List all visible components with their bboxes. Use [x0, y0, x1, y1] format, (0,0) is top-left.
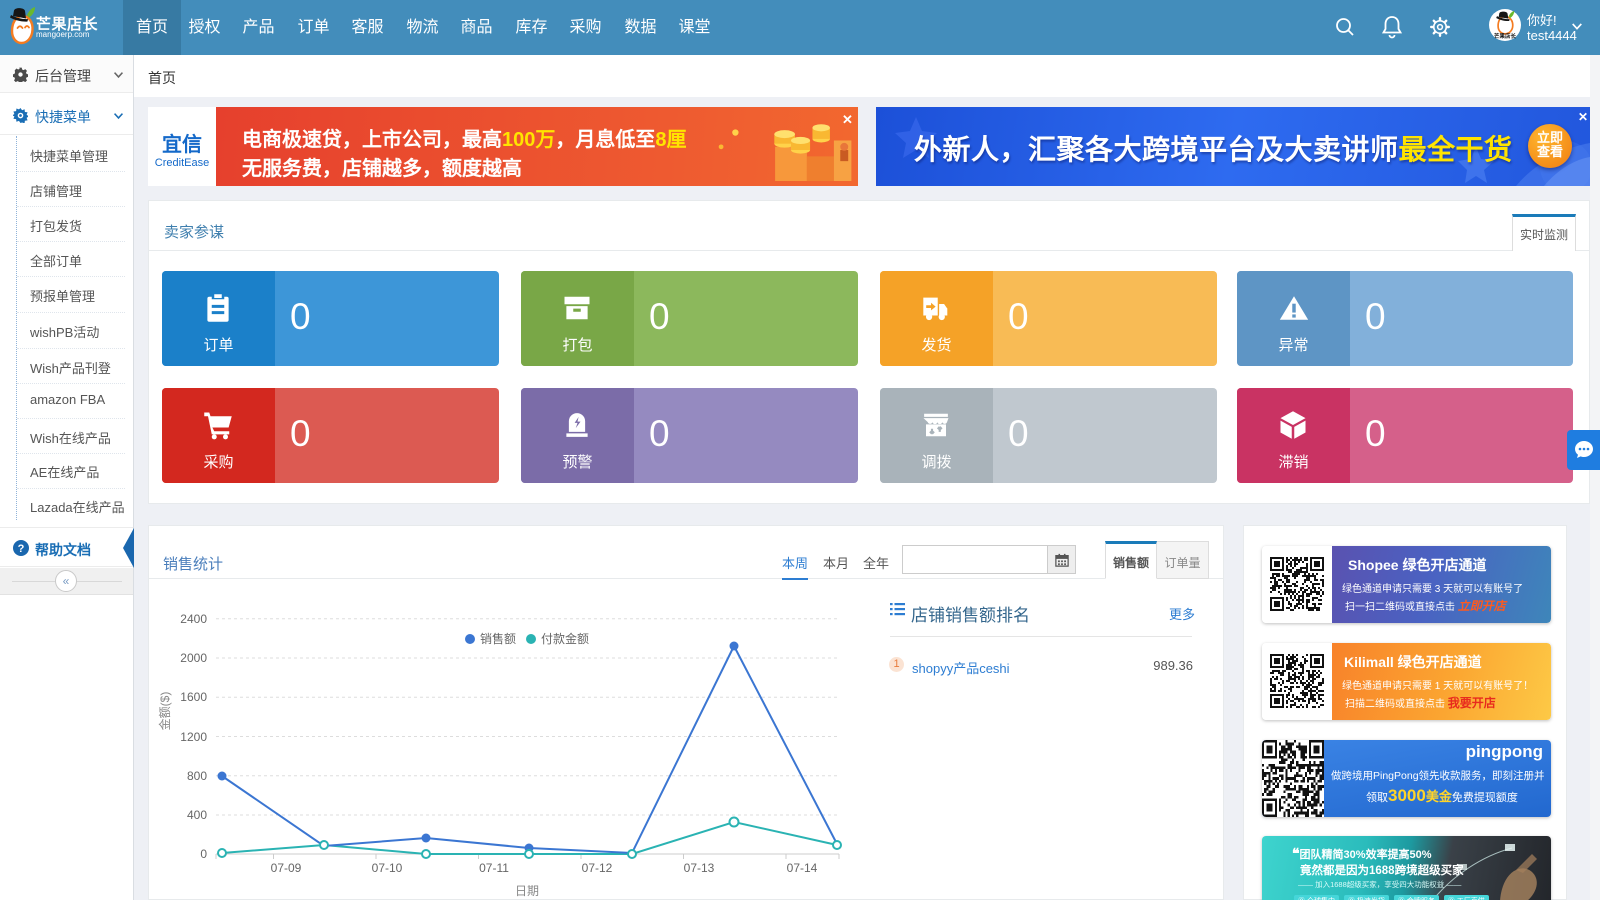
svg-text:付款金额: 付款金额: [541, 631, 589, 646]
svg-text:销售额: 销售额: [480, 631, 516, 646]
svg-text:07-10: 07-10: [372, 861, 403, 875]
svg-text:2000: 2000: [180, 651, 207, 665]
svg-text:400: 400: [187, 808, 207, 822]
svg-text:金额($): 金额($): [157, 692, 172, 731]
svg-text:800: 800: [187, 769, 207, 783]
svg-text:07-13: 07-13: [684, 861, 715, 875]
svg-text:07-12: 07-12: [582, 861, 613, 875]
svg-text:0: 0: [200, 847, 207, 861]
svg-text:1600: 1600: [180, 690, 207, 704]
svg-text:?: ?: [18, 543, 25, 555]
svg-text:07-14: 07-14: [787, 861, 818, 875]
svg-text:07-09: 07-09: [271, 861, 302, 875]
svg-text:07-11: 07-11: [479, 861, 509, 875]
svg-text:日期: 日期: [515, 884, 539, 898]
svg-text:1200: 1200: [180, 730, 207, 744]
svg-text:2400: 2400: [180, 612, 207, 626]
svg-text:芒果店长: 芒果店长: [1494, 32, 1516, 40]
